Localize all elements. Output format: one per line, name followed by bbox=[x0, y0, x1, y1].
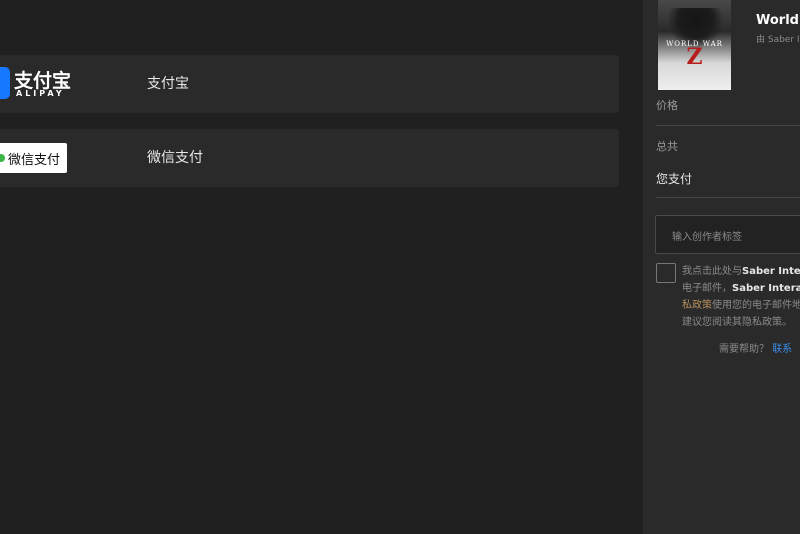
alipay-logo-subtext: ALIPAY bbox=[16, 89, 65, 98]
alipay-icon bbox=[0, 67, 10, 99]
consent-text-line: 电子邮件，Saber Interac bbox=[682, 283, 800, 294]
order-summary-sidebar: WORLD WAR Z World W 由 Saber I 价格 总共 您支付 … bbox=[643, 0, 800, 534]
wechat-pay-logo: 微信支付 bbox=[0, 143, 67, 173]
payment-methods-panel: 支付宝 ALIPAY 支付宝 微信支付 微信支付 bbox=[0, 0, 643, 534]
you-pay-label: 您支付 bbox=[656, 172, 693, 186]
game-publisher: 由 Saber I bbox=[756, 35, 800, 45]
alipay-logo: 支付宝 ALIPAY bbox=[0, 67, 80, 101]
creator-code-placeholder: 输入创作者标签 bbox=[672, 232, 742, 243]
wechat-pay-logo-text: 微信支付 bbox=[8, 153, 61, 168]
privacy-policy-link[interactable]: 私政策 bbox=[682, 300, 712, 311]
consent-text-line: 我点击此处与Saber Inter bbox=[682, 266, 800, 277]
creator-code-input[interactable]: 输入创作者标签 bbox=[655, 215, 800, 254]
game-cover-image: WORLD WAR Z bbox=[658, 0, 731, 90]
payment-option-label: 支付宝 bbox=[147, 76, 189, 92]
total-label: 总共 bbox=[656, 140, 678, 153]
cover-logo-letter: Z bbox=[686, 44, 703, 70]
payment-option-label: 微信支付 bbox=[147, 150, 203, 166]
payment-option-alipay[interactable]: 支付宝 ALIPAY 支付宝 bbox=[0, 55, 619, 113]
help-text: 需要帮助？ 联系 bbox=[719, 344, 793, 355]
wechat-icon bbox=[0, 154, 5, 162]
consent-text-line: 私政策使用您的电子邮件地 bbox=[682, 300, 800, 311]
contact-link[interactable]: 联系 bbox=[772, 344, 792, 355]
game-title: World W bbox=[756, 13, 800, 28]
divider bbox=[656, 197, 800, 198]
price-label: 价格 bbox=[656, 99, 678, 112]
divider bbox=[656, 125, 800, 126]
consent-text-line: 建议您阅读其隐私政策。 bbox=[682, 317, 792, 328]
payment-option-wechat-pay[interactable]: 微信支付 微信支付 bbox=[0, 129, 619, 187]
consent-checkbox[interactable] bbox=[656, 263, 676, 283]
